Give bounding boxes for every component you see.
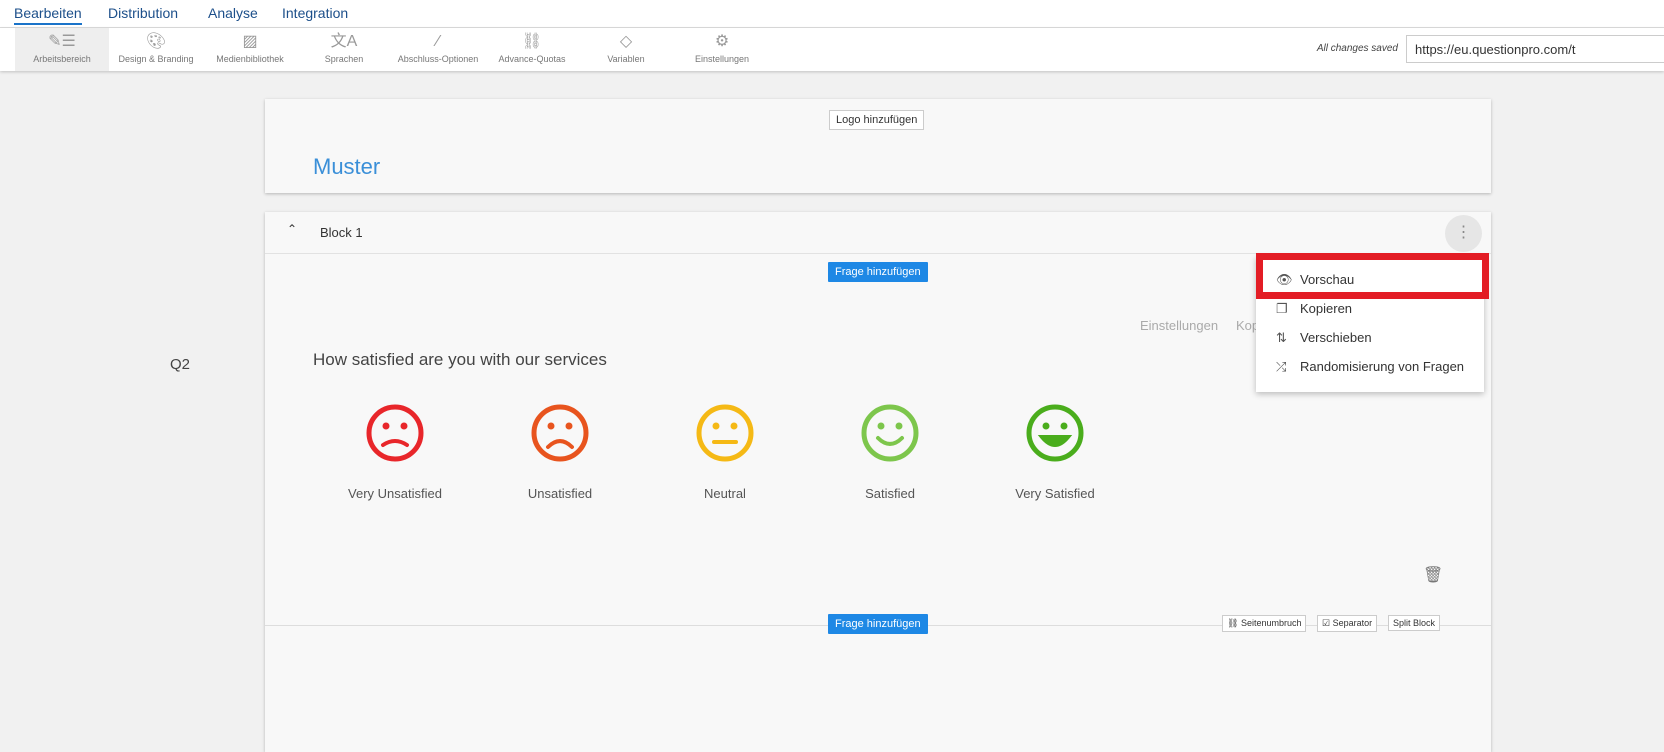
menu-label: Verschieben	[1300, 330, 1372, 345]
face-satisfied-icon[interactable]	[860, 403, 920, 463]
tab-bearbeiten[interactable]: Bearbeiten	[14, 5, 82, 25]
tool-label: Medienbibliothek	[216, 54, 284, 64]
block-header: ⌃ Block 1 ⋮	[265, 212, 1491, 254]
survey-url-field[interactable]: https://eu.questionpro.com/t	[1406, 35, 1664, 63]
tool-arbeitsbereich[interactable]: ✎☰ Arbeitsbereich	[15, 28, 109, 71]
tool-label: Abschluss-Optionen	[397, 54, 479, 64]
block-title: Block 1	[320, 225, 363, 240]
tool-label: Variablen	[607, 54, 645, 64]
trash-icon[interactable]: 🗑︎	[1423, 565, 1443, 585]
tab-distribution[interactable]: Distribution	[108, 5, 178, 21]
face-unsatisfied-icon[interactable]	[530, 403, 590, 463]
tool-sprachen[interactable]: 文A Sprachen	[297, 28, 391, 71]
collapse-icon[interactable]: ⌃	[287, 222, 297, 236]
question-number: Q2	[170, 356, 191, 373]
face-very-satisfied-icon[interactable]	[1025, 403, 1085, 463]
option-label: Neutral	[704, 486, 746, 501]
tool-einstellungen[interactable]: ⚙ Einstellungen	[675, 28, 769, 71]
question-settings-link[interactable]: Einstellungen	[1140, 318, 1218, 333]
option-label: Very Unsatisfied	[348, 486, 442, 501]
menu-item-randomisierung[interactable]: ⤮ Randomisierung von Fragen	[1276, 359, 1464, 375]
tool-label: Sprachen	[324, 54, 364, 64]
tool-medienbibliothek[interactable]: ▨ Medienbibliothek	[203, 28, 297, 71]
survey-title[interactable]: Muster	[313, 154, 380, 180]
tool-design-branding[interactable]: 🎨︎ Design & Branding	[109, 28, 203, 71]
add-question-button[interactable]: Frage hinzufügen	[828, 262, 928, 282]
tool-variablen[interactable]: ◇ Variablen	[579, 28, 673, 71]
page-break-button[interactable]: ⛓ Seitenumbruch	[1222, 615, 1307, 632]
toolbar: ✎☰ Arbeitsbereich 🎨︎ Design & Branding ▨ Me…	[0, 28, 1664, 71]
tool-label: Arbeitsbereich	[33, 54, 91, 64]
add-logo-button[interactable]: Logo hinzufügen	[829, 110, 925, 130]
menu-item-kopieren[interactable]: ❐ Kopieren	[1276, 301, 1352, 317]
checkbox-icon: ☑	[1322, 618, 1333, 628]
copy-icon: ❐	[1276, 301, 1288, 316]
image-icon: ▨	[242, 33, 258, 50]
tab-integration[interactable]: Integration	[282, 5, 348, 21]
pen-list-icon: ✎☰	[48, 33, 76, 50]
tool-label: Design & Branding	[118, 54, 194, 64]
split-block-button[interactable]: Split Block	[1388, 615, 1441, 631]
tool-label: Advance-Quotas	[498, 54, 566, 64]
save-status: All changes saved	[1316, 43, 1398, 54]
add-question-button-bottom[interactable]: Frage hinzufügen	[828, 614, 928, 634]
more-vertical-icon[interactable]: ⋮	[1445, 215, 1482, 252]
page-break-label: Seitenumbruch	[1240, 618, 1302, 628]
separator-label: Separator	[1332, 618, 1373, 628]
face-neutral-icon[interactable]	[695, 403, 755, 463]
page-break-icon: ⛓	[1227, 618, 1241, 628]
link-icon: ⛓	[521, 33, 543, 50]
shuffle-icon: ⤮	[1276, 359, 1287, 374]
tool-label: Einstellungen	[694, 54, 750, 64]
option-label: Very Satisfied	[1015, 486, 1095, 501]
magic-wand-icon: ⁄	[436, 33, 440, 50]
header-card: Logo hinzufügen Muster	[265, 99, 1491, 193]
move-arrows-icon: ⇅	[1276, 330, 1287, 345]
tab-analyse[interactable]: Analyse	[208, 5, 258, 21]
tag-icon: ◇	[619, 33, 633, 50]
top-nav: Bearbeiten Distribution Analyse Integrat…	[0, 0, 1664, 28]
tool-abschluss-optionen[interactable]: ⁄ Abschluss-Optionen	[391, 28, 485, 71]
face-very-unsatisfied-icon[interactable]	[365, 403, 425, 463]
option-label: Satisfied	[865, 486, 915, 501]
menu-label: Kopieren	[1300, 301, 1353, 316]
question-text[interactable]: How satisfied are you with our services	[313, 350, 607, 370]
gear-icon: ⚙	[714, 33, 730, 50]
highlight-box	[1256, 253, 1489, 299]
menu-label: Randomisierung von Fragen	[1300, 359, 1465, 374]
menu-item-verschieben[interactable]: ⇅ Verschieben	[1276, 330, 1372, 346]
option-label: Unsatisfied	[527, 486, 593, 501]
tool-advance-quotas[interactable]: ⛓ Advance-Quotas	[485, 28, 579, 71]
translate-icon: 文A	[330, 33, 358, 50]
separator-button[interactable]: ☑ Separator	[1317, 615, 1378, 632]
palette-icon: 🎨︎	[145, 33, 167, 50]
